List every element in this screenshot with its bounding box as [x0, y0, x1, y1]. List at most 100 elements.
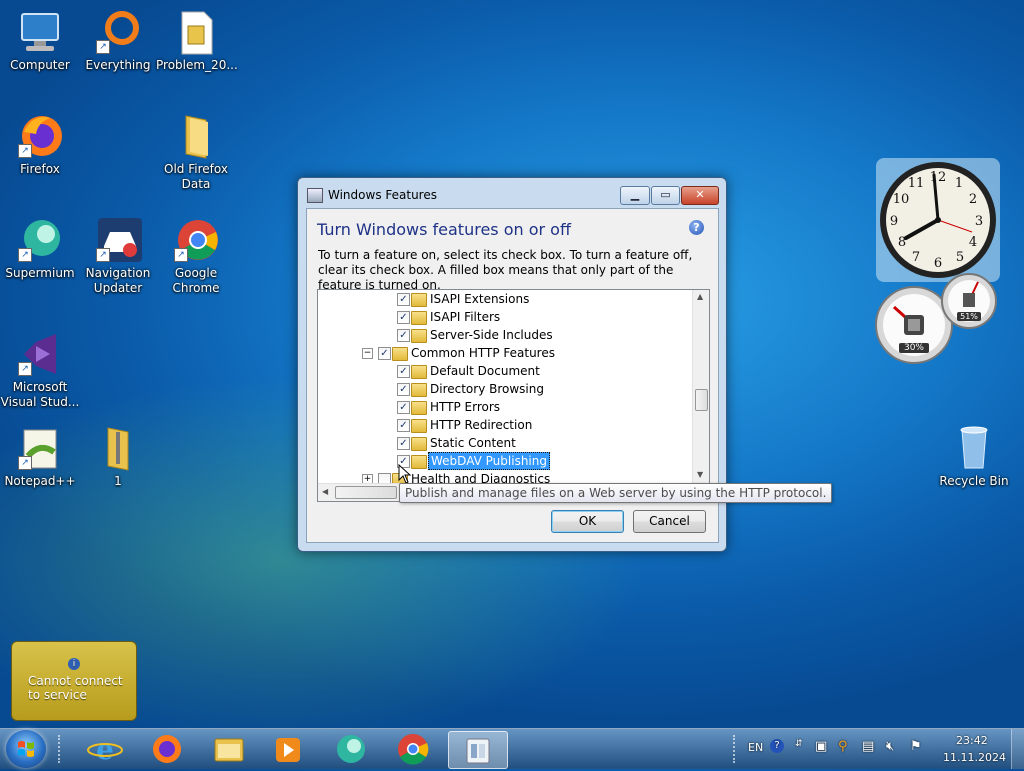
desktop-icon-label: Google Chrome — [172, 266, 220, 295]
tree-item-label: ISAPI Filters — [430, 310, 501, 324]
tree-item-label: Common HTTP Features — [411, 346, 555, 360]
taskbar-media-player[interactable] — [262, 731, 316, 767]
memory-meter-gadget[interactable]: 51% — [940, 272, 998, 330]
volume-muted-icon[interactable]: 🔇︎ — [886, 739, 894, 754]
desktop-icon-label: Old Firefox Data — [164, 162, 228, 191]
desktop-icon-label: Supermium — [5, 266, 75, 280]
scroll-left-icon[interactable]: ◀ — [322, 487, 328, 496]
collapse-toggle[interactable]: − — [362, 348, 373, 359]
desktop-icon-label: Recycle Bin — [939, 474, 1009, 488]
vertical-scrollbar[interactable]: ▲ ▼ — [692, 290, 709, 483]
help-icon[interactable]: ? — [689, 220, 704, 235]
internet-explorer-icon: e — [87, 733, 123, 766]
title-bar[interactable]: Windows Features ▁ ▭ ✕ — [298, 178, 726, 208]
clock-time[interactable]: 23:42 — [956, 734, 988, 747]
chrome-icon — [398, 734, 429, 765]
show-desktop-button[interactable] — [1011, 729, 1024, 769]
desktop-icon-computer[interactable]: Computer — [0, 8, 80, 73]
desktop-icon-firefox[interactable]: ↗ Firefox — [0, 112, 80, 177]
svg-text:10: 10 — [893, 192, 910, 207]
checkbox[interactable]: ✓ — [397, 383, 410, 396]
help-tray-icon[interactable]: ? — [770, 739, 784, 753]
scroll-thumb-horizontal[interactable] — [335, 486, 397, 499]
network-tray-icon[interactable]: ▣ — [815, 739, 827, 754]
desktop-icon-google-chrome[interactable]: ↗ Google Chrome — [156, 216, 236, 296]
folder-icon — [411, 329, 427, 343]
svg-text:12: 12 — [930, 170, 947, 185]
taskbar-supermium[interactable] — [324, 731, 378, 767]
monitor-tray-icon[interactable]: ▤ — [862, 739, 874, 754]
shortcut-arrow-icon: ↗ — [174, 248, 188, 262]
checkbox[interactable]: ✓ — [397, 329, 410, 342]
desktop-icon-recycle-bin[interactable]: Recycle Bin — [934, 424, 1014, 489]
taskbar-chrome[interactable] — [386, 731, 440, 767]
desktop-icon-old-firefox-data[interactable]: Old Firefox Data — [156, 112, 236, 192]
shortcut-arrow-icon: ↗ — [18, 144, 32, 158]
scroll-thumb[interactable] — [695, 389, 708, 411]
zip-folder-icon — [94, 424, 142, 472]
ok-button[interactable]: OK — [551, 510, 624, 533]
tree-item-label: ISAPI Extensions — [430, 292, 530, 306]
checkbox[interactable]: ✓ — [397, 437, 410, 450]
desktop-icon-navigation-updater[interactable]: ↗ Navigation Updater — [78, 216, 158, 296]
checkbox[interactable]: ✓ — [397, 293, 410, 306]
cancel-button[interactable]: Cancel — [633, 510, 706, 533]
windows-features-icon — [307, 188, 323, 203]
folder-icon — [411, 365, 427, 379]
desktop-icon-label: Navigation Updater — [85, 266, 151, 295]
start-button[interactable] — [6, 730, 46, 768]
windows-logo-icon — [18, 741, 34, 757]
taskbar-windows-features[interactable] — [448, 731, 508, 769]
cpu-percent: 30% — [899, 343, 929, 353]
svg-text:4: 4 — [969, 235, 977, 250]
checkbox[interactable]: ✓ — [397, 401, 410, 414]
notepadpp-icon: ↗ — [16, 424, 64, 472]
action-center-flag-icon[interactable]: ⚑ — [910, 739, 922, 754]
clock-face-icon: 12 12 345 678 91011 — [876, 158, 1000, 282]
desktop-icon-supermium[interactable]: ↗ Supermium — [0, 216, 80, 281]
checkbox[interactable]: ✓ — [397, 365, 410, 378]
tree-item-label: HTTP Errors — [430, 400, 501, 414]
folder-icon — [411, 419, 427, 433]
minimize-button[interactable]: ▁ — [620, 186, 650, 205]
show-hidden-icons-icon[interactable]: ⇵ — [795, 739, 803, 749]
desktop-icon-label: Microsoft Visual Stud... — [0, 380, 80, 409]
taskbar-internet-explorer[interactable]: e — [78, 731, 132, 767]
desktop-icon-everything[interactable]: ↗ Everything — [78, 8, 158, 73]
svg-text:1: 1 — [955, 176, 963, 191]
chrome-icon: ↗ — [172, 216, 220, 264]
clock-date[interactable]: 11.11.2024 — [943, 751, 1006, 764]
language-indicator[interactable]: EN — [748, 741, 763, 754]
dialog-description: To turn a feature on, select its check b… — [318, 248, 693, 292]
folder-icon — [411, 401, 427, 415]
taskbar-firefox[interactable] — [140, 731, 194, 767]
features-tree[interactable]: ✓ ISAPI Extensions ✓ ISAPI Filters ✓ Ser… — [317, 289, 710, 502]
search-tray-icon[interactable]: ⚲ — [838, 739, 848, 754]
folder-icon — [411, 293, 427, 307]
close-button[interactable]: ✕ — [681, 186, 719, 205]
tree-item-label: HTTP Redirection — [430, 418, 533, 432]
checkbox[interactable]: ✓ — [397, 419, 410, 432]
svg-text:2: 2 — [969, 192, 977, 207]
taskbar-explorer[interactable] — [202, 731, 256, 767]
desktop-icon-label: Firefox — [20, 162, 60, 176]
explorer-icon — [214, 738, 244, 762]
maximize-button[interactable]: ▭ — [651, 186, 680, 205]
memory-percent: 51% — [957, 312, 981, 321]
checkbox[interactable]: ✓ — [378, 347, 391, 360]
taskbar-grip — [58, 735, 66, 763]
weather-gadget[interactable]: i Cannot connect to service — [11, 641, 137, 721]
firefox-icon — [153, 735, 181, 763]
info-icon: i — [68, 658, 80, 670]
scroll-down-icon[interactable]: ▼ — [697, 470, 703, 479]
desktop-icon-visual-studio[interactable]: ↗ Microsoft Visual Stud... — [0, 330, 80, 410]
clock-gadget[interactable]: 12 1 2 345 678 9 10 11 — [876, 158, 1000, 282]
desktop-icon-zip-folder[interactable]: 1 — [78, 424, 158, 489]
checkbox[interactable]: ✓ — [397, 311, 410, 324]
scroll-up-icon[interactable]: ▲ — [697, 292, 703, 301]
folder-icon — [172, 112, 220, 160]
desktop-icon-notepadpp[interactable]: ↗ Notepad++ — [0, 424, 80, 489]
shortcut-arrow-icon: ↗ — [18, 362, 32, 376]
desktop-icon-label: Computer — [10, 58, 70, 72]
desktop-icon-problem[interactable]: Problem_20... — [156, 8, 238, 73]
